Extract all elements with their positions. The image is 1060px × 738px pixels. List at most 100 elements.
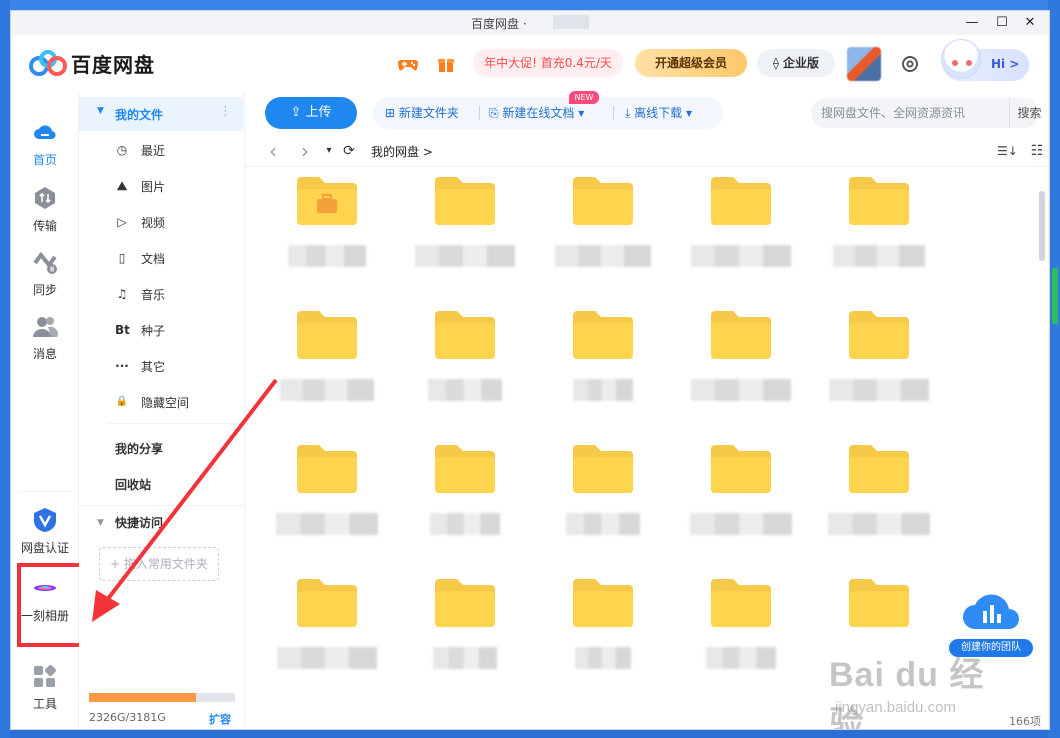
folder-item[interactable] xyxy=(265,443,395,573)
promo-banner[interactable]: 年中大促! 首充0.4元/天 xyxy=(473,49,623,77)
folder-item[interactable] xyxy=(403,577,533,705)
folder-name-blurred xyxy=(828,513,930,535)
sidebar-item-my-files[interactable]: ▼ 我的文件 ⋮ xyxy=(79,97,243,131)
download-icon: ⤓ xyxy=(625,106,635,120)
gift-icon[interactable] xyxy=(435,53,457,75)
folder-item[interactable] xyxy=(541,309,671,439)
online-doc-icon: ⎘ xyxy=(489,106,503,120)
folder-name-blurred xyxy=(566,513,640,535)
refresh-icon[interactable]: ⟳ xyxy=(339,141,359,161)
enterprise-button[interactable]: ⟠ 企业版 xyxy=(757,49,835,77)
sidebar-item-hidden-space[interactable]: 🔒 隐藏空间 xyxy=(79,385,243,421)
folder-item[interactable] xyxy=(265,577,395,705)
sidebar-item-images[interactable]: ⛰ 图片 xyxy=(79,169,243,205)
more-options-icon[interactable]: ⋮ xyxy=(219,104,232,119)
caret-down-icon: ▼ xyxy=(97,106,104,116)
sidebar-item-videos[interactable]: ▷ 视频 xyxy=(79,205,243,241)
folder-item[interactable] xyxy=(817,175,947,305)
sync-icon xyxy=(33,251,57,274)
folder-icon xyxy=(435,577,495,627)
search-input[interactable] xyxy=(821,98,1001,128)
folder-item[interactable] xyxy=(265,309,395,439)
folder-name-blurred xyxy=(691,245,791,267)
folder-icon xyxy=(849,577,909,627)
folder-name-blurred xyxy=(706,647,776,669)
sidebar-item-music[interactable]: ♫ 音乐 xyxy=(79,277,243,313)
folder-item[interactable] xyxy=(541,175,671,305)
folder-item[interactable] xyxy=(817,309,947,439)
item-count: 166项 xyxy=(1009,715,1041,728)
image-icon: ⛰ xyxy=(116,179,128,193)
assistant-hi-button[interactable]: Hi > xyxy=(941,39,1029,81)
folder-item[interactable] xyxy=(679,175,809,305)
folder-item[interactable] xyxy=(265,175,395,305)
offline-download-button[interactable]: ⤓ 离线下载 ▾ xyxy=(625,97,692,129)
close-button[interactable]: ✕ xyxy=(1017,13,1043,33)
rail-item-message[interactable]: 消息 xyxy=(11,313,79,362)
list-view-icon[interactable]: ☷ xyxy=(1027,141,1047,161)
vertical-scrollbar[interactable] xyxy=(1039,191,1045,261)
vip-upgrade-button[interactable]: 开通超级会员 xyxy=(635,49,747,77)
folder-item[interactable] xyxy=(679,443,809,573)
folder-icon xyxy=(711,175,771,225)
rail-item-sync[interactable]: 同步 xyxy=(11,249,79,298)
settings-gear-icon[interactable] xyxy=(899,53,921,75)
tools-icon xyxy=(34,664,57,687)
storage-quota-text: 2326G/3181G xyxy=(89,711,166,724)
search-box: 搜索 xyxy=(811,98,1042,128)
storage-quota-fill xyxy=(89,693,196,702)
sidebar-item-documents[interactable]: ▯ 文档 xyxy=(79,241,243,277)
quick-access-drop-target[interactable]: + 拖入常用文件夹 xyxy=(99,547,219,581)
folder-icon xyxy=(297,577,357,627)
expand-storage-link[interactable]: 扩容 xyxy=(209,711,231,727)
folder-name-blurred xyxy=(555,245,651,267)
folder-item[interactable] xyxy=(541,443,671,573)
game-controller-icon[interactable] xyxy=(397,53,419,75)
clock-icon: ◷ xyxy=(116,143,128,157)
sidebar-item-torrents[interactable]: Bt 种子 xyxy=(79,313,243,349)
breadcrumb[interactable]: 我的网盘 > xyxy=(371,143,433,160)
toolbar-separator xyxy=(613,106,614,120)
watermark-url: jingyan.baidu.com xyxy=(835,699,956,716)
sidebar-item-recent[interactable]: ◷ 最近 xyxy=(79,133,243,169)
user-avatar[interactable] xyxy=(847,47,881,81)
rail-item-home[interactable]: 首页 xyxy=(11,119,79,168)
upload-button[interactable]: ⇪ 上传 xyxy=(265,97,357,129)
history-dropdown-icon[interactable]: ▾ xyxy=(319,141,339,161)
sort-icon[interactable]: ☰↓ xyxy=(997,141,1018,161)
lock-icon: 🔒 xyxy=(115,396,129,407)
document-icon: ▯ xyxy=(118,251,126,265)
folder-item[interactable] xyxy=(679,309,809,439)
sidebar-item-my-share[interactable]: 我的分享 xyxy=(79,431,243,467)
window-title: 百度网盘 · xyxy=(471,17,527,31)
title-bar: 百度网盘 · — ☐ ✕ xyxy=(11,11,1049,35)
search-button[interactable]: 搜索 xyxy=(1009,98,1049,128)
folder-item[interactable] xyxy=(403,309,533,439)
folder-item[interactable] xyxy=(403,443,533,573)
back-icon[interactable]: ‹ xyxy=(263,141,283,161)
forward-icon[interactable]: › xyxy=(295,141,315,161)
baidu-jingyan-watermark: Bai du 经验 jingyan.baidu.com xyxy=(823,629,1013,729)
desktop-widget-strip xyxy=(1052,268,1058,324)
folder-name-blurred xyxy=(691,379,791,401)
folder-item[interactable] xyxy=(679,577,809,705)
sidebar-item-other[interactable]: ··· 其它 xyxy=(79,349,243,385)
logo-text: 百度网盘 xyxy=(71,53,155,77)
tools-highlight-box xyxy=(17,563,83,647)
rail-item-verify[interactable]: 网盘认证 xyxy=(11,507,79,556)
folder-item[interactable] xyxy=(817,443,947,573)
maximize-button[interactable]: ☐ xyxy=(989,13,1015,33)
new-folder-button[interactable]: ⊞ 新建文件夹 xyxy=(385,97,459,129)
rail-item-tools[interactable]: 工具 xyxy=(11,663,79,712)
sidebar-item-recycle-bin[interactable]: 回收站 xyxy=(79,467,243,503)
folder-item[interactable] xyxy=(541,577,671,705)
app-window: 百度网盘 · — ☐ ✕ 百度网盘 年中大促! 首充0.4元/天 开通超级会员 … xyxy=(10,10,1050,730)
more-icon: ··· xyxy=(115,359,129,373)
sidebar-divider xyxy=(109,423,243,424)
rail-item-transfer[interactable]: 传输 xyxy=(11,185,79,234)
sidebar-quick-access[interactable]: ▼ 快捷访问 xyxy=(79,505,243,541)
minimize-button[interactable]: — xyxy=(959,13,985,33)
folder-icon xyxy=(711,577,771,627)
folder-item[interactable] xyxy=(403,175,533,305)
caret-down-icon: ▼ xyxy=(97,518,104,528)
